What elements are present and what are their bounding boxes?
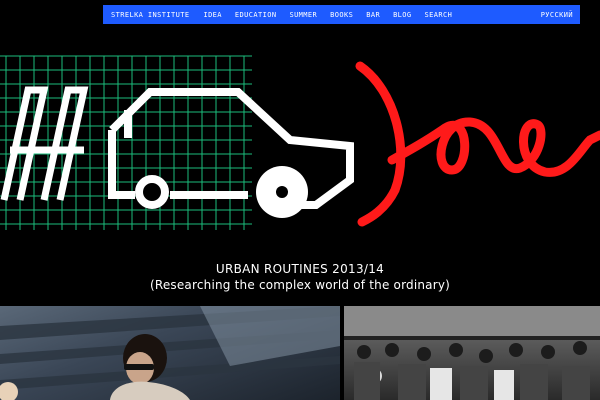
grid-pattern bbox=[0, 55, 252, 230]
brand-link[interactable]: STRELKA INSTITUTE bbox=[111, 11, 189, 19]
hero-subtitle: (Researching the complex world of the or… bbox=[149, 278, 451, 292]
red-scribble bbox=[355, 61, 600, 227]
nav-item-books[interactable]: BOOKS bbox=[330, 11, 353, 19]
top-navigation: STRELKA INSTITUTE IDEA EDUCATION SUMMER … bbox=[103, 5, 580, 24]
nav-item-search[interactable]: SEARCH bbox=[425, 11, 453, 19]
photo-student-image bbox=[0, 306, 340, 400]
nav-item-bar[interactable]: BAR bbox=[366, 11, 380, 19]
hero-graphic bbox=[0, 55, 600, 230]
nav-item-summer[interactable]: SUMMER bbox=[289, 11, 317, 19]
photo-student[interactable] bbox=[0, 306, 340, 400]
photo-audience-image bbox=[344, 306, 600, 400]
hero-title[interactable]: URBAN ROUTINES 2013/14 bbox=[0, 262, 600, 277]
nav-item-education[interactable]: EDUCATION bbox=[235, 11, 277, 19]
page: STRELKA INSTITUTE IDEA EDUCATION SUMMER … bbox=[0, 0, 600, 400]
car-front-wheel bbox=[135, 175, 169, 209]
nav-item-blog[interactable]: BLOG bbox=[393, 11, 411, 19]
letter-glyph bbox=[0, 86, 89, 201]
hero-caption: URBAN ROUTINES 2013/14 (Researching the … bbox=[0, 262, 600, 293]
language-switch[interactable]: РУССКИЙ bbox=[541, 11, 573, 19]
photo-audience[interactable] bbox=[344, 306, 600, 400]
nav-item-idea[interactable]: IDEA bbox=[203, 11, 221, 19]
